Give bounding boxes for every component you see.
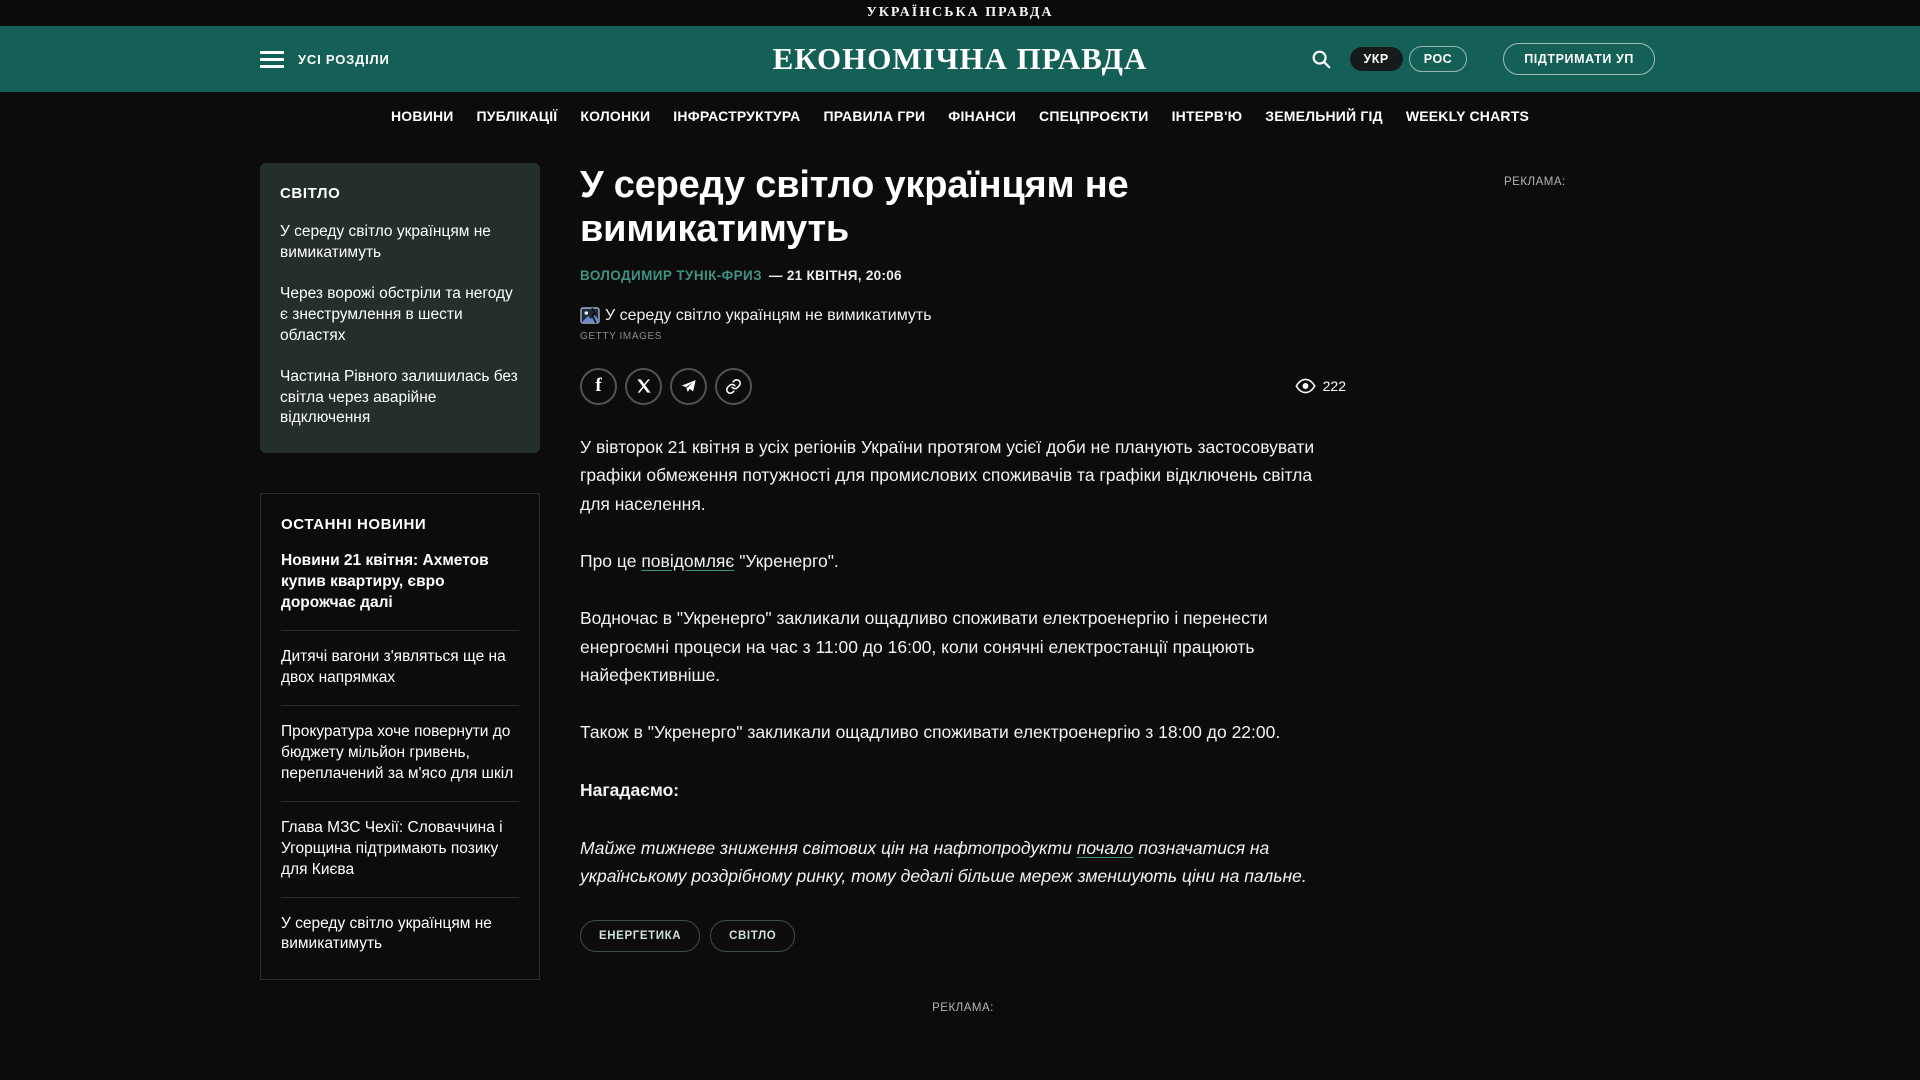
paragraph-1: Про це повідомляє "Укренерго". [580,547,1346,575]
tag-pill-0[interactable]: ЕНЕРГЕТИКА [580,920,700,952]
eye-icon [1295,378,1316,394]
ad-label-bottom: РЕКЛАМА: [580,1002,1346,1014]
topic-links: У середу світло українцям не вимикатимут… [280,222,520,429]
share-row: f [580,368,1346,405]
header-controls: УКР РОС ПІДТРИМАТИ УП [1306,43,1655,75]
search-button[interactable] [1306,44,1336,74]
topic-link-2[interactable]: Частина Рівного залишилась без світла че… [280,367,520,430]
search-icon [1310,48,1332,70]
ekonomichna-pravda-logo[interactable]: ЕКОНОМІЧНА ПРАВДА [773,41,1148,76]
nav-item-8[interactable]: ЗЕМЕЛЬНИЙ ГІД [1265,108,1383,124]
ad-label-right: РЕКЛАМА: [1504,176,1566,188]
article-author-link[interactable]: ВОЛОДИМИР ТУНІК-ФРИЗ [580,268,762,283]
site-header: УСІ РОЗДІЛИ ЕКОНОМІЧНА ПРАВДА УКР РОС ПІ… [0,26,1920,92]
latest-news-title: ОСТАННІ НОВИНИ [281,516,519,533]
broken-image-icon [580,307,600,324]
topic-link-1[interactable]: Через ворожі обстріли та негоду є знестр… [280,284,520,347]
image-credit: GETTY IMAGES [580,331,1346,342]
language-toggle: УКР РОС [1350,46,1468,72]
lang-ukr-button[interactable]: УКР [1350,47,1403,71]
nav-item-1[interactable]: ПУБЛІКАЦІЇ [477,108,558,124]
all-sections-menu-button[interactable]: УСІ РОЗДІЛИ [260,51,390,68]
ukrainska-pravda-logo[interactable]: УКРАЇНСЬКА ПРАВДА [866,5,1053,21]
views-count: 222 [1323,378,1346,394]
latest-news-item-0[interactable]: Новини 21 квітня: Ахметов купив квартиру… [281,551,519,631]
left-sidebar: СВІТЛО У середу світло українцям не вими… [260,163,540,980]
share-facebook-button[interactable]: f [580,368,617,405]
article-title: У середу світло українцям не вимикатимут… [580,163,1346,252]
nav-item-7[interactable]: ІНТЕРВ'Ю [1172,108,1243,124]
article-image-broken: У середу світло українцям не вимикатимут… [580,307,1346,325]
topic-box-title: СВІТЛО [280,185,520,202]
latest-news-item-2[interactable]: Прокуратура хоче повернути до бюджету мі… [281,722,519,802]
byline: ВОЛОДИМИР ТУНІК-ФРИЗ — 21 КВІТНЯ, 20:06 [580,268,1346,283]
facebook-icon: f [595,375,601,397]
right-ad-column: РЕКЛАМА: [1386,163,1920,190]
article-date: — 21 КВІТНЯ, 20:06 [769,268,902,283]
nav-item-4[interactable]: ПРАВИЛА ГРИ [823,108,925,124]
main-nav: НОВИНИ ПУБЛІКАЦІЇ КОЛОНКИ ІНФРАСТРУКТУРА ПРА… [0,92,1920,139]
nav-item-5[interactable]: ФІНАНСИ [948,108,1016,124]
inline-link[interactable]: почало [1077,838,1134,858]
hamburger-icon [260,51,284,68]
support-up-button[interactable]: ПІДТРИМАТИ УП [1503,43,1655,75]
inline-link[interactable]: повідомляє [641,551,734,571]
topic-box-svitlo: СВІТЛО У середу світло українцям не вими… [260,163,540,453]
tag-pill-1[interactable]: СВІТЛО [710,920,795,952]
latest-news-item-3[interactable]: Глава МЗС Чехії: Словаччина і Угорщина п… [281,818,519,898]
latest-news-item-1[interactable]: Дитячі вагони з'являться ще на двох напр… [281,647,519,706]
nav-item-6[interactable]: СПЕЦПРОЄКТИ [1039,108,1149,124]
latest-news-box: ОСТАННІ НОВИНИ Новини 21 квітня: Ахметов… [260,493,540,980]
article: У середу світло українцям не вимикатимут… [580,163,1346,1014]
copy-link-icon [725,378,742,395]
article-body: У вівторок 21 квітня в усіх регіонів Укр… [580,433,1346,891]
top-bar: УКРАЇНСЬКА ПРАВДА [0,0,1920,26]
lang-ros-button[interactable]: РОС [1409,46,1467,72]
topic-link-0[interactable]: У середу світло українцям не вимикатимут… [280,222,520,264]
menu-label: УСІ РОЗДІЛИ [298,52,390,67]
page-layout: СВІТЛО У середу світло українцям не вими… [260,163,1920,1014]
nav-item-9[interactable]: WEEKLY CHARTS [1406,108,1529,124]
nav-item-3[interactable]: ІНФРАСТРУКТУРА [673,108,800,124]
image-alt-text: У середу світло українцям не вимикатимут… [605,307,932,325]
paragraph-3: Також в "Укренерго" закликали ощадливо с… [580,718,1346,746]
latest-news-list: Новини 21 квітня: Ахметов купив квартиру… [281,551,519,973]
nav-item-0[interactable]: НОВИНИ [391,108,454,124]
telegram-icon [680,378,697,395]
paragraph-4: Нагадаємо: [580,776,1346,804]
views-counter: 222 [1295,378,1346,394]
paragraph-5: Майже тижневе зниження світових цін на н… [580,834,1346,891]
paragraph-2: Водночас в "Укренерго" закликали ощадлив… [580,604,1346,689]
x-twitter-icon [636,378,652,394]
latest-news-item-4[interactable]: У середу світло українцям не вимикатимут… [281,914,519,974]
share-x-button[interactable] [625,368,662,405]
paragraph-0: У вівторок 21 квітня в усіх регіонів Укр… [580,433,1346,518]
share-copy-link-button[interactable] [715,368,752,405]
nav-item-2[interactable]: КОЛОНКИ [580,108,650,124]
share-telegram-button[interactable] [670,368,707,405]
tags-row: ЕНЕРГЕТИКА СВІТЛО [580,920,1346,952]
